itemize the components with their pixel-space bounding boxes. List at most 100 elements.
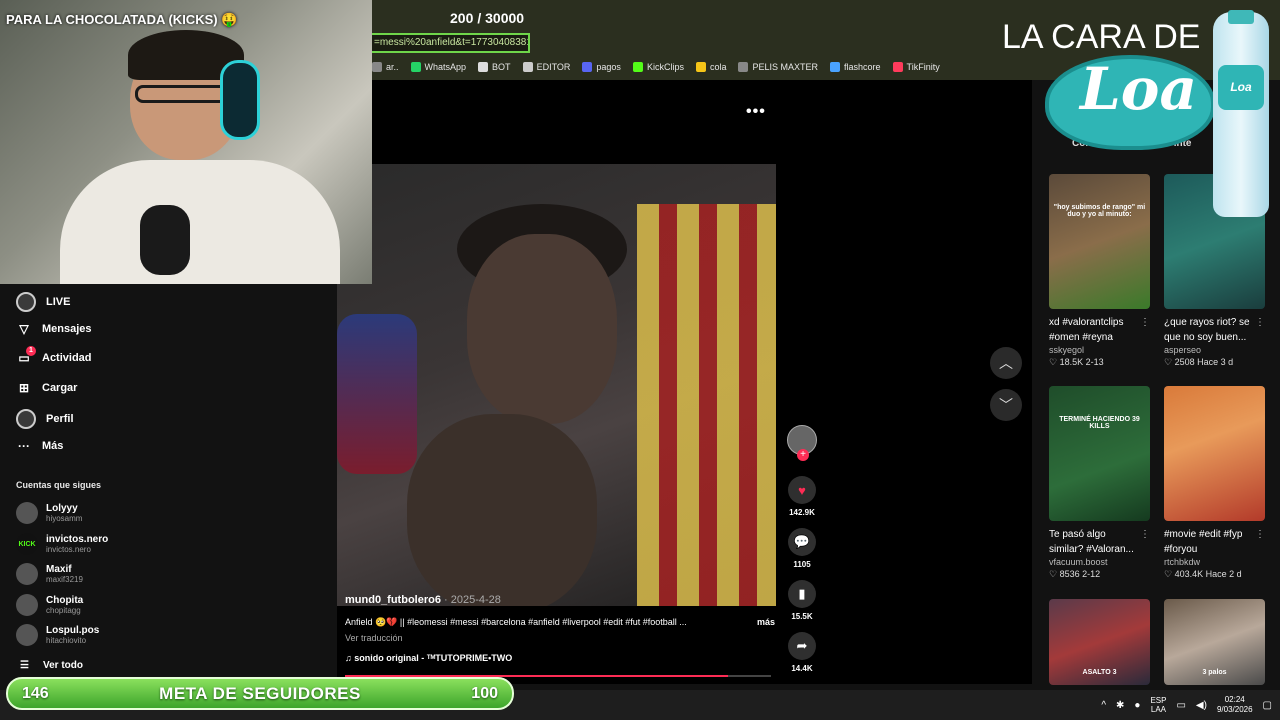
caption-more-link[interactable]: más <box>757 617 775 628</box>
related-video-card[interactable]: #movie #edit #fyp #foryou ⋮ rtchbkdw ♡ 403.… <box>1164 386 1265 580</box>
sidebar: LIVE ▽ Mensajes ▭ 1 Actividad ⊞ Cargar Perfil ···… <box>0 284 336 684</box>
bookmark-item[interactable]: KickClips <box>632 62 684 72</box>
bookmark-item[interactable]: BOT <box>478 62 511 72</box>
comment-count: 1105 <box>793 560 811 569</box>
bookmark-item[interactable]: TikFinity <box>892 62 940 72</box>
profile-icon <box>16 409 36 429</box>
kebab-menu-icon[interactable]: ⋮ <box>1140 527 1150 542</box>
following-item[interactable]: Maxif maxif3219 <box>16 563 83 585</box>
sidebar-item-actividad[interactable]: ▭ 1 Actividad <box>16 346 92 366</box>
following-text: Lospul.pos hitachiovito <box>46 625 99 645</box>
avatar <box>16 624 38 646</box>
more-options-icon[interactable]: ••• <box>746 103 766 121</box>
following-header: Cuentas que sigues <box>16 480 102 490</box>
notifications-icon[interactable]: ▢ <box>1263 700 1272 711</box>
following-username: invictos.nero <box>46 545 91 554</box>
video-player[interactable] <box>337 164 776 606</box>
following-item[interactable]: Lospul.pos hitachiovito <box>16 624 99 646</box>
card-date: 2-12 <box>1082 569 1101 579</box>
thumbnail-caption: ASALTO 3 <box>1082 669 1117 676</box>
related-video-card[interactable]: ASALTO 3 <box>1049 599 1150 685</box>
bookmark-label: pagos <box>596 62 621 72</box>
sidebar-item-label: Cargar <box>42 382 78 394</box>
card-description: #movie #edit #fyp #foryou ⋮ <box>1164 527 1265 555</box>
bookmark-item[interactable]: flashcore <box>830 62 881 72</box>
brand-headline: LA CARA DE <box>1002 18 1201 56</box>
related-video-card[interactable]: TERMINÉ HACIENDO 39 KILLS Te pasó algo si… <box>1049 386 1150 580</box>
video-face2-shape <box>407 414 597 606</box>
see-all-button[interactable]: ☰ Ver todo <box>20 660 83 671</box>
follow-plus-icon[interactable]: + <box>797 449 809 461</box>
share-button[interactable]: ➦ 14.4K <box>786 632 818 673</box>
mic-icon[interactable]: ● <box>1134 700 1140 711</box>
sidebar-item-más[interactable]: ··· Más <box>16 438 63 454</box>
next-video-button[interactable]: ﹀ <box>990 389 1022 421</box>
bookmark-label: TikFinity <box>906 62 940 72</box>
card-likes: 18.5K <box>1059 357 1084 367</box>
translate-link[interactable]: Ver traducción <box>345 633 775 643</box>
bookmark-item[interactable]: PELIS MAXTER <box>738 62 818 72</box>
video-flag-shape <box>637 204 776 606</box>
card-date: Hace 2 d <box>1205 569 1242 579</box>
sidebar-item-perfil[interactable]: Perfil <box>16 409 74 429</box>
following-item[interactable]: KICK invictos.nero invictos.nero <box>16 533 108 555</box>
video-author[interactable]: mund0_futbolero6 · 2025-4-28 <box>345 594 775 606</box>
video-thumbnail[interactable]: TERMINÉ HACIENDO 39 KILLS <box>1049 386 1150 521</box>
cola-icon <box>695 62 706 72</box>
heart-icon: ♥ <box>788 476 816 504</box>
kebab-menu-icon[interactable]: ⋮ <box>1255 315 1265 330</box>
sidebar-item-label: Actividad <box>42 352 92 364</box>
comment-button[interactable]: 💬 1105 <box>786 528 818 569</box>
video-scarf-shape <box>337 314 417 474</box>
video-thumbnail[interactable]: 3 palos <box>1164 599 1265 685</box>
related-video-card[interactable]: "hoy subimos de rango" mi duo y yo al mi… <box>1049 174 1150 368</box>
thumbnail-caption: 3 palos <box>1202 669 1227 676</box>
card-username[interactable]: vfacuum.boost <box>1049 557 1150 567</box>
following-username: maxif3219 <box>46 575 83 584</box>
kebab-menu-icon[interactable]: ⋮ <box>1140 315 1150 330</box>
card-username[interactable]: asperseo <box>1164 345 1265 355</box>
following-item[interactable]: Lolyyy hiyosamm <box>16 502 82 524</box>
related-video-card[interactable]: 3 palos <box>1164 599 1265 685</box>
card-description: ¿que rayos riot? se que no soy buen... ⋮ <box>1164 315 1265 343</box>
chevron-up-icon[interactable]: ^ <box>1101 700 1106 711</box>
sidebar-item-cargar[interactable]: ⊞ Cargar <box>16 380 78 396</box>
video-thumbnail[interactable] <box>1164 386 1265 521</box>
bookmark-item[interactable]: ar.. <box>372 62 399 72</box>
sound-link[interactable]: ♫ sonido original - ᵀᴹTUTOPRIME•TWO <box>345 653 775 663</box>
sidebar-item-live[interactable]: LIVE <box>16 292 70 312</box>
sidebar-item-label: Mensajes <box>42 323 92 335</box>
chevron-down-icon: ﹀ <box>999 397 1013 413</box>
video-thumbnail[interactable]: "hoy subimos de rango" mi duo y yo al mi… <box>1049 174 1150 309</box>
webcam-shirt-shape <box>60 160 340 284</box>
kebab-menu-icon[interactable]: ⋮ <box>1255 527 1265 542</box>
counter-total: / 30000 <box>477 10 525 26</box>
save-button[interactable]: ▮ 15.5K <box>786 580 818 621</box>
comment-icon: 💬 <box>788 528 816 556</box>
bookmark-item[interactable]: EDITOR <box>522 62 571 72</box>
volume-icon[interactable]: ◀) <box>1196 700 1207 711</box>
sidebar-item-mensajes[interactable]: ▽ Mensajes <box>16 321 92 337</box>
save-count: 15.5K <box>791 612 813 621</box>
stream-title: PARA LA CHOCOLATADA (KICKS) 🤑 <box>6 12 238 27</box>
bookmark-label: PELIS MAXTER <box>752 62 818 72</box>
clock[interactable]: 02:24 9/03/2026 <box>1217 695 1253 715</box>
card-username[interactable]: rtchbkdw <box>1164 557 1265 567</box>
following-text: invictos.nero invictos.nero <box>46 534 108 554</box>
bookmark-item[interactable]: cola <box>695 62 726 72</box>
like-button[interactable]: ♥ 142.9K <box>786 476 818 517</box>
author-avatar-button[interactable]: + <box>786 425 818 461</box>
network-icon[interactable]: ▭ <box>1176 700 1185 711</box>
bookmark-label: EDITOR <box>536 62 571 72</box>
video-thumbnail[interactable]: ASALTO 3 <box>1049 599 1150 685</box>
following-item[interactable]: Chopita chopitagg <box>16 594 83 616</box>
bookmark-item[interactable]: pagos <box>582 62 621 72</box>
language-indicator[interactable]: ESP LAA <box>1150 696 1166 714</box>
upload-icon: ⊞ <box>18 381 30 395</box>
card-username[interactable]: sskyegol <box>1049 345 1150 355</box>
bookmark-item[interactable]: WhatsApp <box>410 62 466 72</box>
bottle-cap-shape <box>1228 10 1254 24</box>
counter-current: 200 <box>450 10 474 26</box>
bluetooth-icon[interactable]: ✱ <box>1116 700 1124 711</box>
previous-video-button[interactable]: ︿ <box>990 347 1022 379</box>
